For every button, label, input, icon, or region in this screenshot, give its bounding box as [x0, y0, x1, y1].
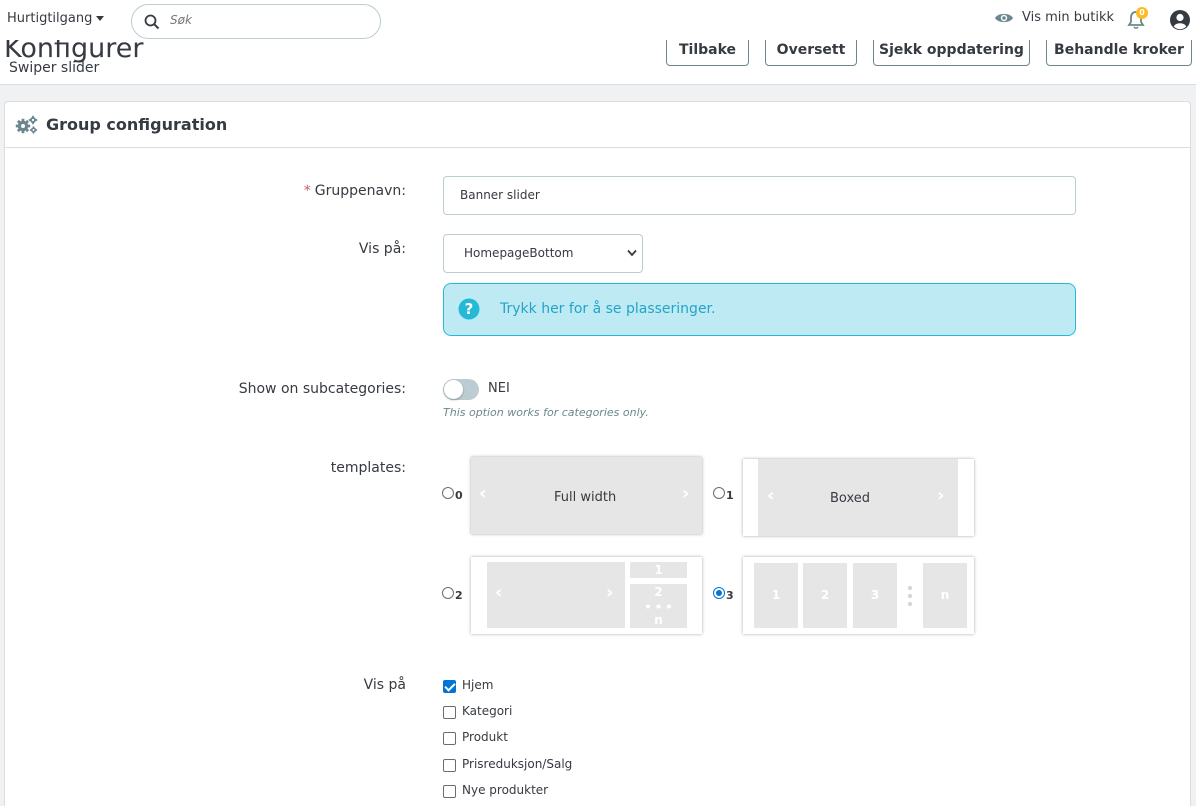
subcategories-state: NEI: [488, 381, 510, 396]
checkbox-category-label: Kategori: [462, 704, 513, 718]
template-number-1: 1: [726, 489, 734, 502]
display-on-label: Vis på:: [358, 241, 406, 257]
view-shop-link[interactable]: Vis min butikk: [994, 10, 1114, 25]
caret-down-icon: [96, 16, 105, 21]
panel-title: Group configuration: [46, 115, 228, 134]
notification-badge: 0: [1136, 7, 1148, 19]
chevron-left-icon: ‹: [767, 485, 775, 506]
back-button[interactable]: Tilbake: [666, 40, 749, 66]
template-number-3: 3: [726, 589, 734, 602]
question-circle-icon: ?: [458, 298, 480, 320]
more-dots-icon: [646, 604, 671, 609]
carousel-item-1: 1: [754, 563, 798, 628]
hook-positions-alert[interactable]: ? Trykk her for å se plasseringer.: [443, 283, 1076, 336]
template-radio-0[interactable]: [442, 487, 454, 499]
checkbox-product[interactable]: [443, 732, 456, 745]
pages-label: Vis på: [363, 677, 406, 693]
required-asterisk: *: [303, 183, 311, 199]
list-item-dots: [630, 600, 687, 613]
vertical-dots-icon: [907, 585, 913, 607]
group-name-input[interactable]: Banner slider: [443, 176, 1076, 215]
templates-label: templates:: [330, 460, 406, 476]
checkbox-new-products[interactable]: [443, 785, 456, 798]
template-radio-1[interactable]: [713, 487, 725, 499]
carousel-item-3: 3: [853, 563, 897, 628]
group-configuration-panel: Group configuration * Gruppenavn: Banner …: [4, 101, 1191, 806]
alert-text: Trykk her for å se plasseringer.: [500, 301, 716, 317]
template-number-2: 2: [455, 589, 463, 602]
group-name-label: * Gruppenavn:: [304, 183, 406, 199]
view-shop-label: Vis min butikk: [1022, 10, 1115, 25]
carousel-item-2: 2: [803, 563, 847, 628]
svg-text:?: ?: [465, 300, 474, 318]
display-on-value: HomepageBottom: [464, 246, 574, 260]
subcategories-toggle[interactable]: [443, 379, 479, 400]
template-full-width[interactable]: ‹ › Full width: [471, 457, 702, 534]
slide-block: [487, 562, 625, 628]
page-header: Konfigurer Swiper slider Tilbake Overset…: [0, 40, 1196, 85]
subcategories-help: This option works for categories only.: [443, 406, 649, 419]
gears-icon: [15, 115, 38, 134]
list-item-1: 1: [630, 562, 687, 578]
checkbox-home[interactable]: [443, 680, 456, 693]
template-carousel[interactable]: 1 2 3 n: [743, 557, 974, 634]
checkbox-sale-label: Prisreduksjon/Salg: [462, 757, 573, 771]
quick-access-dropdown[interactable]: Hurtigtilgang: [7, 11, 105, 26]
translate-button[interactable]: Oversett: [765, 40, 857, 66]
quick-access-label: Hurtigtilgang: [7, 11, 93, 26]
chevron-down-icon: [627, 249, 637, 257]
checkbox-product-label: Produkt: [462, 730, 508, 744]
group-name-label-text: Gruppenavn:: [314, 183, 406, 199]
checkbox-new-products-label: Nye produkter: [462, 783, 549, 797]
chevron-left-icon: ‹: [495, 582, 503, 603]
template-name-0: Full width: [554, 490, 617, 505]
list-item-n: n: [630, 613, 687, 628]
list-item-2: 2: [630, 584, 687, 600]
eye-icon: [995, 13, 1013, 22]
search-box[interactable]: [131, 4, 381, 39]
search-input[interactable]: [170, 13, 370, 27]
display-on-select[interactable]: HomepageBottom: [443, 234, 643, 273]
template-number-0: 0: [455, 489, 463, 502]
template-slider-with-list[interactable]: ‹ › 1 2 n: [471, 557, 702, 634]
page-subtitle: Swiper slider: [9, 60, 100, 76]
template-name-1: Boxed: [830, 491, 871, 506]
subcategories-label: Show on subcategories:: [238, 381, 406, 397]
chevron-left-icon: ‹: [479, 483, 487, 504]
toggle-knob: [444, 380, 463, 399]
search-icon: [144, 14, 160, 30]
user-avatar-icon[interactable]: [1169, 9, 1191, 31]
panel-heading: Group configuration: [5, 102, 1190, 148]
checkbox-sale[interactable]: [443, 759, 456, 772]
carousel-item-n: n: [923, 563, 967, 628]
template-boxed[interactable]: ‹ › Boxed: [743, 459, 974, 536]
template-radio-3[interactable]: [713, 587, 725, 599]
check-update-button[interactable]: Sjekk oppdatering: [873, 40, 1030, 66]
chevron-right-icon: ›: [606, 582, 614, 603]
chevron-right-icon: ›: [937, 485, 945, 506]
chevron-right-icon: ›: [682, 483, 690, 504]
template-radio-2[interactable]: [442, 587, 454, 599]
top-bar: Hurtigtilgang Vis min butikk 0: [0, 0, 1196, 40]
manage-hooks-button[interactable]: Behandle kroker: [1046, 40, 1192, 66]
checkbox-home-label: Hjem: [462, 678, 494, 692]
checkbox-category[interactable]: [443, 706, 456, 719]
